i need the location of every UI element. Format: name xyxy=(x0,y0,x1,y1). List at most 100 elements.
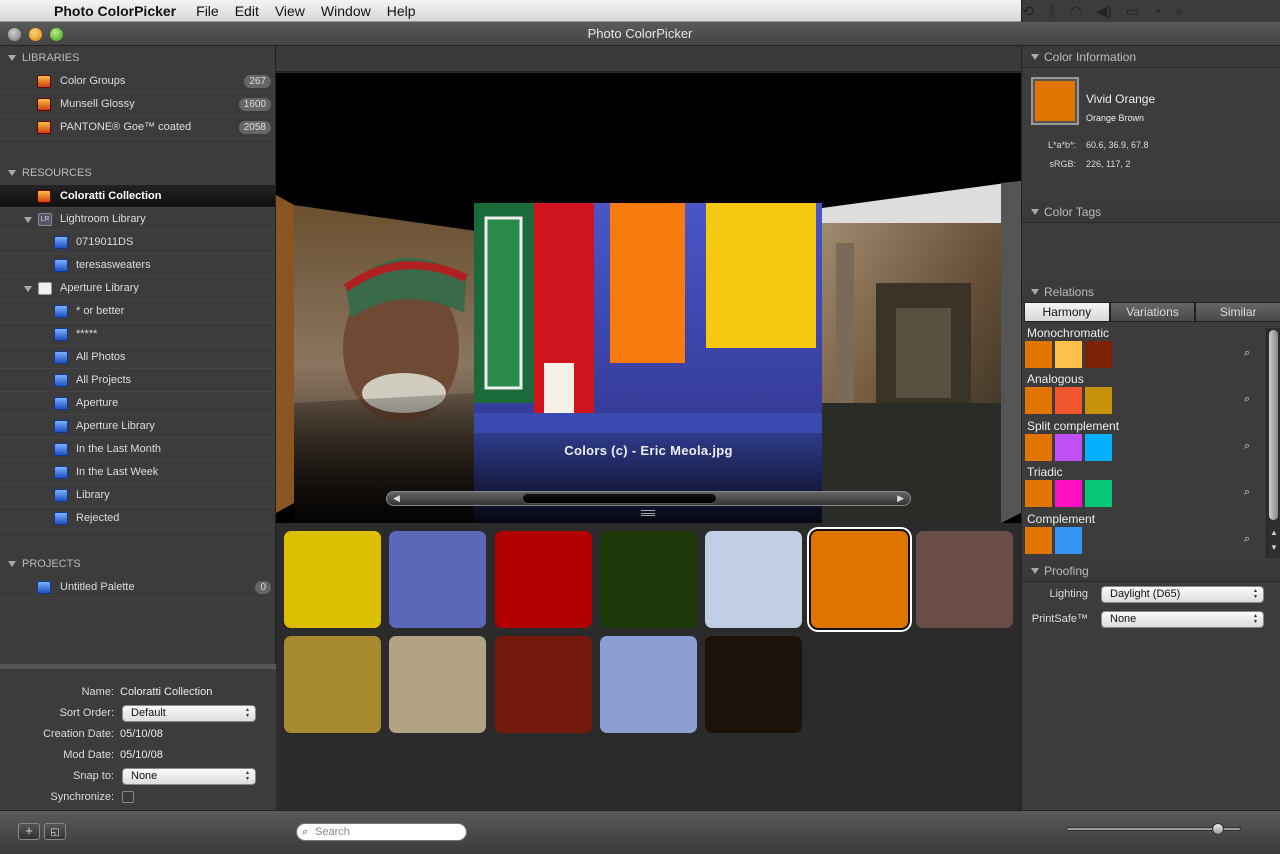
color-swatch[interactable] xyxy=(705,636,803,733)
library-item-color-groups[interactable]: Color Groups 267 xyxy=(0,70,275,93)
resource-item-0719011ds[interactable]: 0719011DS xyxy=(0,231,275,254)
library-item-munsell-glossy[interactable]: Munsell Glossy 1600 xyxy=(0,93,275,116)
resource-item-five-stars[interactable]: ***** xyxy=(0,323,275,346)
resource-item-last-week[interactable]: In the Last Week xyxy=(0,461,275,484)
lighting-select[interactable]: Daylight (D65) xyxy=(1101,586,1264,603)
relation-swatch[interactable] xyxy=(1055,341,1082,368)
volume-icon[interactable]: ◀) xyxy=(1096,3,1111,20)
color-swatch[interactable] xyxy=(284,531,381,628)
relations-scrollbar[interactable]: ▲ ▼ xyxy=(1266,328,1280,558)
snap-to-select[interactable]: None xyxy=(122,768,256,785)
coverflow-scroll-thumb[interactable] xyxy=(521,493,717,504)
resource-item-coloratti-collection[interactable]: Coloratti Collection xyxy=(0,185,275,208)
synchronize-checkbox[interactable] xyxy=(122,791,134,803)
menu-app-name[interactable]: Photo ColorPicker xyxy=(44,3,188,19)
clock-icon[interactable]: ◔ xyxy=(1153,3,1161,19)
relation-swatch[interactable] xyxy=(1085,387,1112,414)
proofing-header[interactable]: Proofing xyxy=(1022,560,1280,582)
search-placeholder: Search xyxy=(315,826,350,838)
relation-swatch[interactable] xyxy=(1025,434,1052,461)
relation-swatch[interactable] xyxy=(1085,341,1112,368)
color-swatch[interactable] xyxy=(915,531,1013,628)
zoom-window-button[interactable] xyxy=(50,28,63,41)
tab-variations[interactable]: Variations xyxy=(1109,302,1196,322)
coverflow-viewer[interactable]: Colors (c) - Eric Meola.jpg ◀ ▶ xyxy=(276,73,1021,523)
color-tags-header[interactable]: Color Tags xyxy=(1022,201,1280,223)
relation-swatch[interactable] xyxy=(1025,387,1052,414)
magnify-icon[interactable]: ⌕ xyxy=(1244,486,1256,498)
color-swatch[interactable] xyxy=(810,531,908,628)
relation-swatch[interactable] xyxy=(1055,387,1082,414)
resource-item-last-month[interactable]: In the Last Month xyxy=(0,438,275,461)
color-swatch[interactable] xyxy=(494,636,592,733)
resource-item-all-projects[interactable]: All Projects xyxy=(0,369,275,392)
menu-window[interactable]: Window xyxy=(313,3,379,19)
menu-file[interactable]: File xyxy=(188,3,227,19)
time-machine-icon[interactable]: ⟲ xyxy=(1022,3,1034,20)
disclosure-triangle-icon[interactable] xyxy=(24,286,32,292)
relation-swatch[interactable] xyxy=(1055,434,1082,461)
relation-swatch[interactable] xyxy=(1055,527,1082,554)
resource-item-rejected[interactable]: Rejected xyxy=(0,507,275,530)
close-window-button[interactable] xyxy=(8,28,21,41)
project-item-untitled-palette[interactable]: Untitled Palette 0 xyxy=(0,576,275,599)
menu-view[interactable]: View xyxy=(267,3,313,19)
disclosure-triangle-icon[interactable] xyxy=(24,217,32,223)
relation-swatch[interactable] xyxy=(1025,341,1052,368)
coverflow-scrollbar[interactable]: ◀ ▶ xyxy=(386,491,911,506)
new-folder-button[interactable]: ◱ xyxy=(44,823,66,840)
relations-scroll-thumb[interactable] xyxy=(1269,330,1278,520)
search-field[interactable]: ⌕ Search xyxy=(296,823,467,841)
scroll-down-arrow-icon[interactable]: ▼ xyxy=(1270,543,1278,552)
resource-item-aperture-library-album[interactable]: Aperture Library xyxy=(0,415,275,438)
scroll-up-arrow-icon[interactable]: ▲ xyxy=(1270,528,1278,537)
magnify-icon[interactable]: ⌕ xyxy=(1244,347,1256,359)
scroll-right-arrow-icon[interactable]: ▶ xyxy=(897,493,904,504)
menu-help[interactable]: Help xyxy=(379,3,424,19)
resource-item-teresasweaters[interactable]: teresasweaters xyxy=(0,254,275,277)
relation-swatch[interactable] xyxy=(1025,480,1052,507)
tab-harmony[interactable]: Harmony xyxy=(1024,302,1110,322)
resource-item-all-photos[interactable]: All Photos xyxy=(0,346,275,369)
color-library-icon xyxy=(37,121,51,134)
relations-header[interactable]: Relations xyxy=(1022,281,1280,303)
color-swatch[interactable] xyxy=(599,636,697,733)
resource-item-lightroom-library[interactable]: LR Lightroom Library xyxy=(0,208,275,231)
resource-item-aperture-library[interactable]: Aperture Library xyxy=(0,277,275,300)
color-information-header[interactable]: Color Information xyxy=(1022,46,1280,68)
zoom-slider[interactable] xyxy=(1066,823,1241,835)
sort-order-select[interactable]: Default xyxy=(122,705,256,722)
color-swatch[interactable] xyxy=(284,636,381,733)
color-swatch[interactable] xyxy=(705,531,803,628)
printsafe-select[interactable]: None xyxy=(1101,611,1264,628)
wifi-icon[interactable]: ◠ xyxy=(1070,3,1082,20)
spotlight-icon[interactable]: ⌕ xyxy=(1176,3,1184,20)
magnify-icon[interactable]: ⌕ xyxy=(1244,440,1256,452)
libraries-header[interactable]: LIBRARIES xyxy=(0,46,275,70)
magnify-icon[interactable]: ⌕ xyxy=(1244,393,1256,405)
scroll-left-arrow-icon[interactable]: ◀ xyxy=(393,493,400,504)
library-item-pantone-goe[interactable]: PANTONE® Goe™ coated 2058 xyxy=(0,116,275,139)
projects-header[interactable]: PROJECTS xyxy=(0,552,275,576)
resources-header[interactable]: RESOURCES xyxy=(0,161,275,185)
menu-edit[interactable]: Edit xyxy=(227,3,267,19)
zoom-slider-knob[interactable] xyxy=(1211,823,1224,835)
resource-item-library[interactable]: Library xyxy=(0,484,275,507)
relation-swatch[interactable] xyxy=(1085,434,1112,461)
resource-item-or-better[interactable]: * or better xyxy=(0,300,275,323)
magnify-icon[interactable]: ⌕ xyxy=(1244,533,1256,545)
add-button[interactable]: + xyxy=(18,823,40,840)
color-swatch[interactable] xyxy=(389,531,487,628)
bluetooth-icon[interactable]: ᛒ xyxy=(1048,3,1056,19)
minimize-window-button[interactable] xyxy=(29,28,42,41)
splitter-grip-icon[interactable] xyxy=(641,510,655,516)
relation-swatch[interactable] xyxy=(1055,480,1082,507)
resource-item-aperture[interactable]: Aperture xyxy=(0,392,275,415)
relation-swatch[interactable] xyxy=(1025,527,1052,554)
battery-icon[interactable]: ▭ xyxy=(1126,3,1139,20)
color-swatch[interactable] xyxy=(494,531,592,628)
relation-swatch[interactable] xyxy=(1085,480,1112,507)
color-swatch[interactable] xyxy=(599,531,697,628)
tab-similar[interactable]: Similar xyxy=(1195,302,1280,322)
color-swatch[interactable] xyxy=(389,636,487,733)
